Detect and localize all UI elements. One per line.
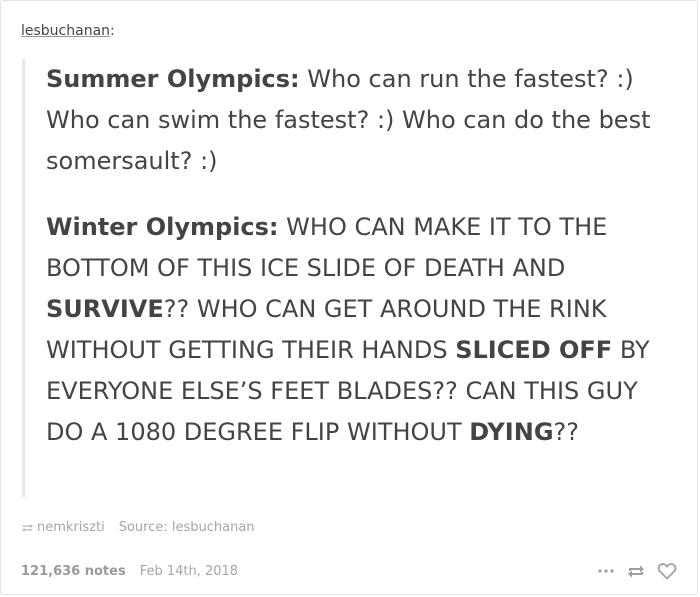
ellipsis-icon [598,569,614,573]
post-date[interactable]: Feb 14th, 2018 [140,564,238,579]
reblog-icon [22,523,33,532]
reblog-user-link[interactable]: nemkriszti [37,520,105,535]
winter-emphasis-dying: DYING [469,418,554,446]
post-footer: 121,636 notes Feb 14th, 2018 [21,562,677,580]
like-button[interactable] [657,562,677,580]
reblog-icon [628,565,644,577]
notes-count[interactable]: 121,636 notes [21,564,126,579]
post-actions [598,562,677,580]
reblog-trail: nemkriszti Source: lesbuchanan [21,520,255,535]
summer-heading: Summer Olympics: [46,65,300,93]
post-author-line: lesbuchanan: [21,23,115,39]
winter-heading: Winter Olympics: [46,213,279,241]
heart-icon [657,563,677,580]
reblog-button[interactable] [626,564,646,579]
blockquote: Summer Olympics: Who can run the fastest… [22,59,662,497]
winter-text-4: ?? [553,418,580,446]
more-options-button[interactable] [598,569,614,573]
paragraph-winter: Winter Olympics: WHO CAN MAKE IT TO THE … [46,207,662,453]
winter-emphasis-sliced: SLICED OFF [455,336,613,364]
author-link[interactable]: lesbuchanan [21,23,110,39]
post-card: lesbuchanan: Summer Olympics: Who can ru… [0,0,698,595]
source-link[interactable]: Source: lesbuchanan [119,520,255,535]
author-colon: : [110,23,115,39]
winter-emphasis-survive: SURVIVE [46,295,164,323]
paragraph-summer: Summer Olympics: Who can run the fastest… [46,59,662,182]
